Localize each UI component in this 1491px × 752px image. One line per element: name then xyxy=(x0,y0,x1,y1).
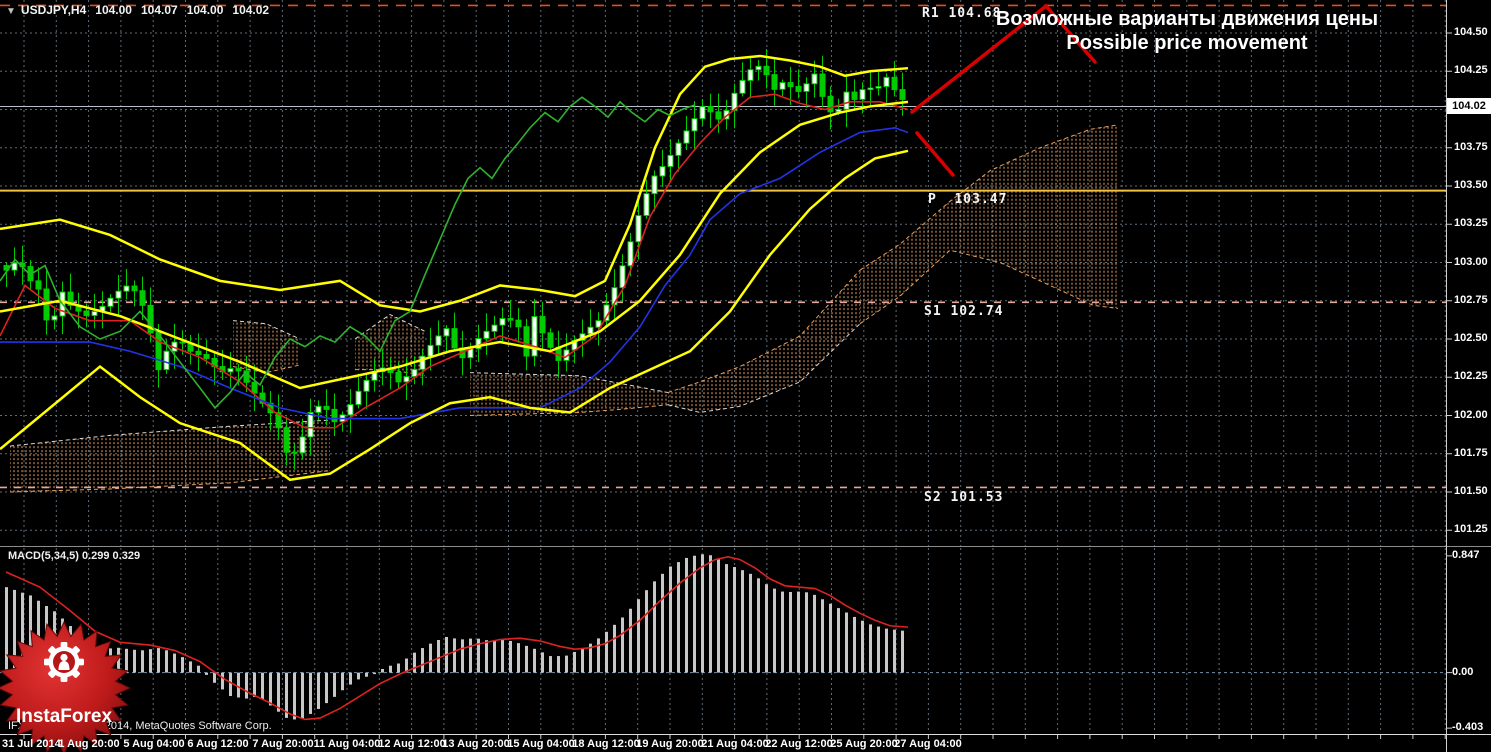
price-tick-label: 102.50 xyxy=(1454,332,1488,344)
gear-person-icon xyxy=(44,642,84,682)
time-tick-label: 19 Aug 20:00 xyxy=(636,738,704,750)
annotation-line-ru: Возможные варианты движения цены xyxy=(995,8,1379,30)
price-tick-label: 103.50 xyxy=(1454,179,1488,191)
price-tick-label: 102.00 xyxy=(1454,408,1488,421)
time-tick-label: 15 Aug 04:00 xyxy=(507,738,575,750)
time-tick-label: 21 Aug 04:00 xyxy=(701,738,769,750)
time-tick-label: 7 Aug 20:00 xyxy=(252,738,314,750)
price-tick-label: 103.25 xyxy=(1454,217,1488,230)
ohlc-high: 104.07 xyxy=(140,3,178,17)
instaforex-logo: InstaForex xyxy=(0,620,132,752)
current-price-badge: 104.02 xyxy=(1447,98,1491,114)
time-tick-label: 6 Aug 12:00 xyxy=(187,738,249,750)
chart-header: ▼ USDJPY,H4 104.00 104.07 104.00 104.02 xyxy=(6,3,269,17)
time-tick-label: 22 Aug 12:00 xyxy=(765,738,833,750)
time-tick-label: 5 Aug 04:00 xyxy=(123,738,185,750)
ohlc-close: 104.02 xyxy=(232,3,270,17)
time-tick-label: 31 Jul 2014 xyxy=(2,738,61,750)
price-tick-label: 103.00 xyxy=(1454,255,1488,268)
price-chart-canvas[interactable] xyxy=(0,0,1491,752)
time-tick-label: 27 Aug 04:00 xyxy=(894,738,962,750)
price-tick-label: 101.50 xyxy=(1454,485,1488,497)
ohlc-open: 104.00 xyxy=(95,3,132,17)
analyst-annotation: Возможные варианты движения цены Possibl… xyxy=(985,7,1389,55)
symbol-name: USDJPY,H4 xyxy=(20,3,87,17)
time-tick-label: 18 Aug 12:00 xyxy=(572,738,640,750)
time-tick-label: 13 Aug 20:00 xyxy=(442,738,510,750)
price-tick-label: 101.25 xyxy=(1454,523,1488,536)
price-tick-label: 101.75 xyxy=(1454,446,1488,459)
trading-chart-window: ▼ USDJPY,H4 104.00 104.07 104.00 104.02 R1 10… xyxy=(0,0,1491,752)
price-tick-label: 102.25 xyxy=(1454,370,1488,383)
annotation-line-en: Possible price movement xyxy=(1066,32,1308,54)
time-tick-label: 12 Aug 12:00 xyxy=(378,738,446,750)
time-tick-label: 11 Aug 04:00 xyxy=(313,738,381,750)
macd-tick-label: 0.847 xyxy=(1452,548,1480,561)
logo-text: InstaForex xyxy=(16,706,113,727)
price-tick-label: 104.50 xyxy=(1454,26,1488,38)
macd-tick-label: 0.00 xyxy=(1452,665,1474,678)
time-tick-label: 25 Aug 20:00 xyxy=(830,738,898,750)
macd-indicator-label: MACD(5,34,5) 0.299 0.329 xyxy=(8,550,141,562)
starburst-shape xyxy=(0,620,132,752)
ohlc-low: 104.00 xyxy=(186,3,224,17)
time-tick-label: 1 Aug 20:00 xyxy=(58,738,120,750)
pivot-label-s1: S1 102.74 xyxy=(924,304,1004,319)
price-tick-label: 103.75 xyxy=(1454,140,1488,153)
pivot-label-p: P 103.47 xyxy=(928,192,1008,207)
pivot-label-s2: S2 101.53 xyxy=(924,490,1004,505)
macd-tick-label: -0.403 xyxy=(1452,721,1484,734)
price-tick-label: 102.75 xyxy=(1454,293,1488,306)
price-tick-label: 104.25 xyxy=(1454,64,1488,77)
symbol-dropdown-arrow-icon[interactable]: ▼ xyxy=(6,6,16,17)
